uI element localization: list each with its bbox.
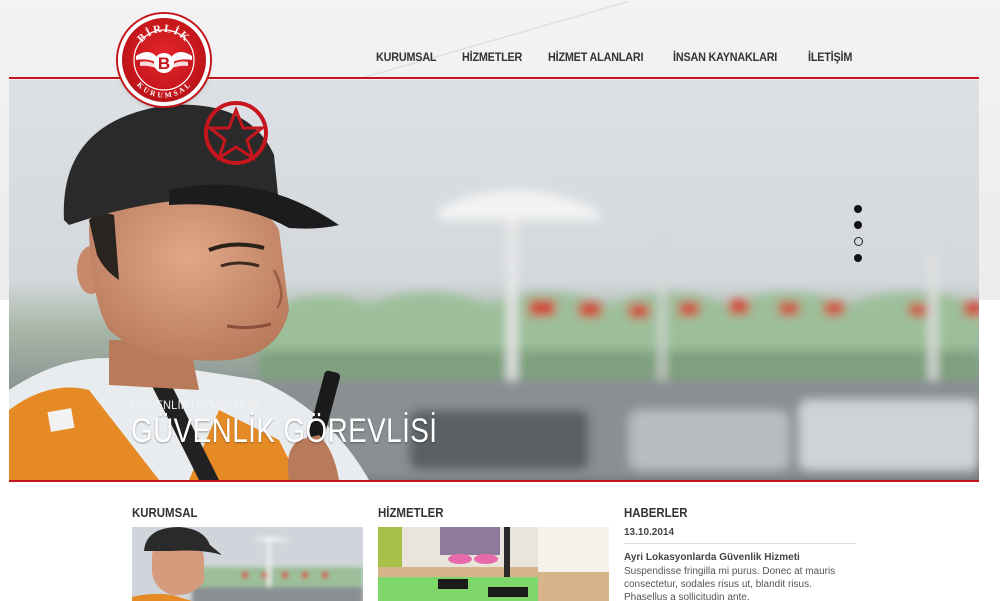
hero-slider[interactable]: GÜVENLİK HİZMETLERİ GÜVENLİK GÖREVLİSİ xyxy=(9,80,979,480)
section-hizmetler: HİZMETLER xyxy=(378,505,610,601)
kurumsal-image xyxy=(132,527,363,601)
logo-top-text: BİRLİK xyxy=(135,23,191,45)
kurumsal-thumbnail[interactable] xyxy=(132,527,363,601)
slider-dot-3-active[interactable] xyxy=(853,237,863,246)
nav-item-iletisim[interactable]: İLETİŞİM xyxy=(808,50,852,64)
slider-dot-4[interactable] xyxy=(854,254,862,262)
site-logo[interactable]: BİRLİK KURUMSAL B xyxy=(118,14,210,106)
hero-bottom-rule xyxy=(9,480,979,482)
nav-item-kurumsal[interactable]: KURUMSAL xyxy=(376,50,437,64)
slide-title: GÜVENLİK GÖREVLİSİ xyxy=(131,412,438,450)
section-kurumsal: KURUMSAL xyxy=(132,505,364,601)
slider-dot-1[interactable] xyxy=(854,205,862,213)
section-heading-hizmetler: HİZMETLER xyxy=(378,505,444,520)
nav-item-hizmet-alanlari[interactable]: HİZMET ALANLARI xyxy=(548,50,643,64)
nav-item-hizmetler[interactable]: HİZMETLER xyxy=(462,50,522,64)
news-title-link[interactable]: Ayri Lokasyonlarda Güvenlik Hizmeti xyxy=(624,552,856,563)
logo-emblem-icon: BİRLİK KURUMSAL B xyxy=(133,23,195,100)
logo-letter: B xyxy=(158,54,170,73)
hizmetler-image xyxy=(378,527,609,601)
section-heading-haberler: HABERLER xyxy=(624,505,688,520)
slider-pagination xyxy=(853,205,863,262)
slide-subtitle: GÜVENLİK HİZMETLERİ xyxy=(131,398,260,412)
svg-text:BİRLİK: BİRLİK xyxy=(135,23,193,45)
news-date: 13.10.2014 xyxy=(624,527,856,544)
hizmetler-thumbnail[interactable] xyxy=(378,527,609,601)
nav-item-insan-kaynaklari[interactable]: İNSAN KAYNAKLARI xyxy=(673,50,777,64)
section-heading-kurumsal: KURUMSAL xyxy=(132,505,198,520)
slider-dot-2[interactable] xyxy=(854,221,862,229)
news-excerpt: Suspendisse fringilla mi purus. Donec at… xyxy=(624,566,836,601)
main-nav: KURUMSAL HİZMETLER HİZMET ALANLARI İNSAN… xyxy=(376,50,857,64)
section-haberler: HABERLER 13.10.2014 Ayri Lokasyonlarda G… xyxy=(624,505,856,601)
